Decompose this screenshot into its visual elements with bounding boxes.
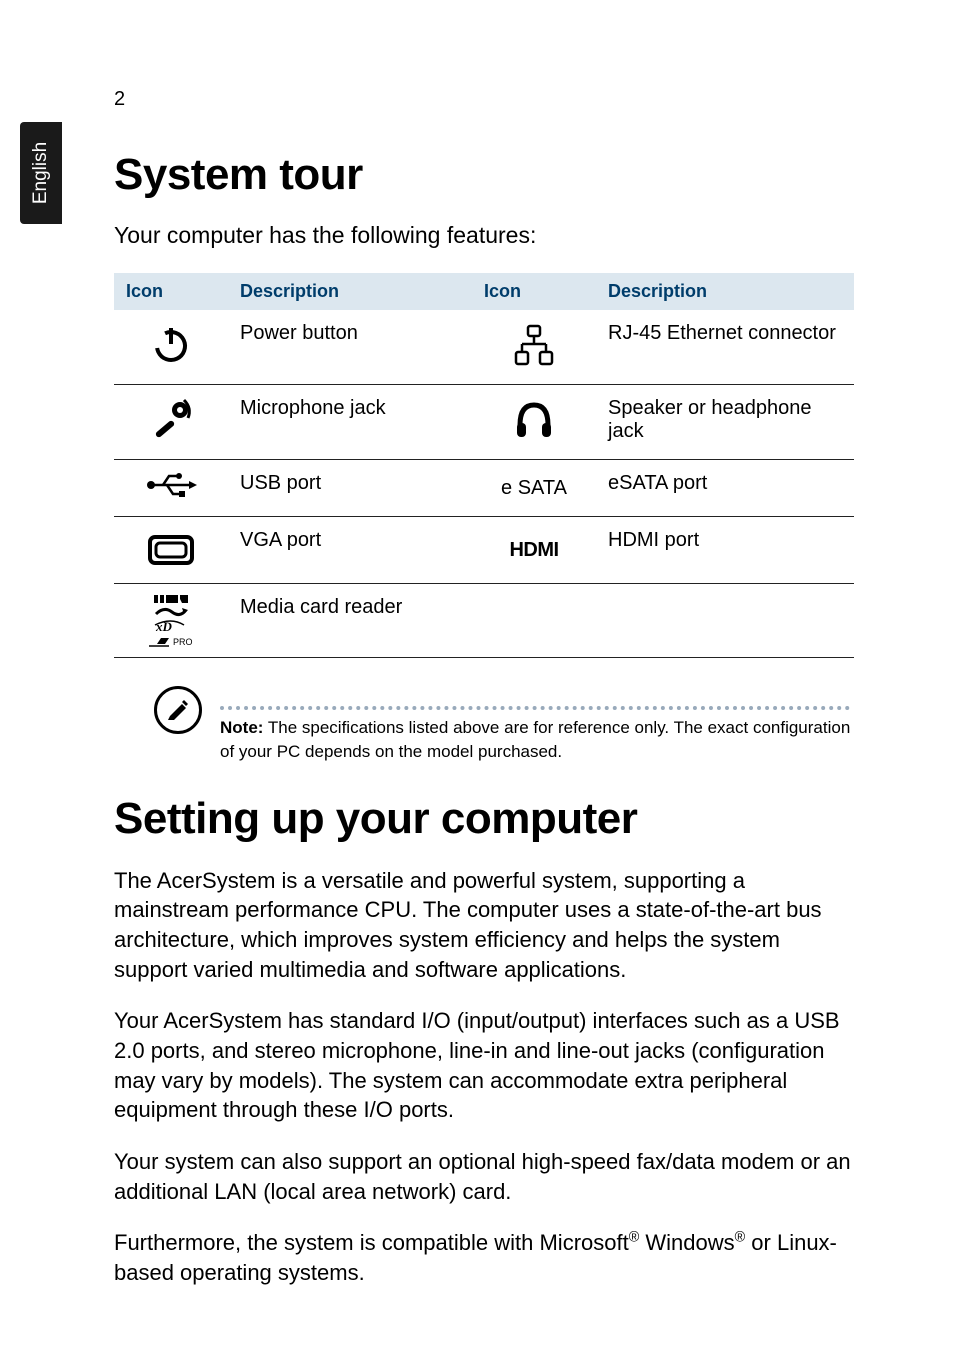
esata-label: e SATA bbox=[472, 460, 596, 517]
vga-icon bbox=[114, 517, 228, 584]
pro-label: PRO bbox=[173, 637, 193, 647]
note-content: Note: The specifications listed above ar… bbox=[220, 686, 854, 764]
cell-desc2: eSATA port bbox=[596, 460, 854, 517]
cell-desc2: RJ-45 Ethernet connector bbox=[596, 310, 854, 385]
page-content: System tour Your computer has the follow… bbox=[114, 150, 854, 1310]
table-row: xD PRO Media card reader bbox=[114, 584, 854, 658]
table-row: VGA port HDMI HDMI port bbox=[114, 517, 854, 584]
registered-mark: ® bbox=[629, 1230, 640, 1246]
note-box: Note: The specifications listed above ar… bbox=[114, 686, 854, 764]
usb-icon bbox=[114, 460, 228, 517]
hdmi-label: HDMI bbox=[472, 517, 596, 584]
cell-desc: Power button bbox=[228, 310, 472, 385]
cell-desc2: HDMI port bbox=[596, 517, 854, 584]
table-row: USB port e SATA eSATA port bbox=[114, 460, 854, 517]
note-body: The specifications listed above are for … bbox=[220, 718, 850, 761]
cell-desc: VGA port bbox=[228, 517, 472, 584]
table-row: Power button RJ-45 Ethernet connector bbox=[114, 310, 854, 385]
paragraph-4: Furthermore, the system is compatible wi… bbox=[114, 1228, 854, 1287]
language-label: English bbox=[30, 142, 52, 204]
paragraph-3: Your system can also support an optional… bbox=[114, 1147, 854, 1206]
para4-pre: Furthermore, the system is compatible wi… bbox=[114, 1230, 629, 1255]
heading-setting-up: Setting up your computer bbox=[114, 794, 854, 844]
cell-desc2-empty bbox=[596, 584, 854, 658]
table-row: Microphone jack Speaker or headphone jac… bbox=[114, 385, 854, 460]
headphone-icon bbox=[472, 385, 596, 460]
icon-table: Icon Description Icon Description Power … bbox=[114, 273, 854, 658]
cell-desc: USB port bbox=[228, 460, 472, 517]
para4-mid: Windows bbox=[639, 1230, 734, 1255]
note-label: Note: bbox=[220, 718, 263, 737]
th-description: Description bbox=[228, 273, 472, 310]
cell-desc: Media card reader bbox=[228, 584, 472, 658]
language-tab: English bbox=[20, 122, 62, 224]
table-header-row: Icon Description Icon Description bbox=[114, 273, 854, 310]
page-number: 2 bbox=[114, 88, 125, 111]
media-card-reader-icon: xD PRO bbox=[114, 584, 228, 658]
cell-desc: Microphone jack bbox=[228, 385, 472, 460]
microphone-icon bbox=[114, 385, 228, 460]
cell-desc2: Speaker or headphone jack bbox=[596, 385, 854, 460]
paragraph-2: Your AcerSystem has standard I/O (input/… bbox=[114, 1006, 854, 1125]
th-description2: Description bbox=[596, 273, 854, 310]
cell-icon2-empty bbox=[472, 584, 596, 658]
lead-text: Your computer has the following features… bbox=[114, 222, 854, 249]
paragraph-1: The AcerSystem is a versatile and powerf… bbox=[114, 866, 854, 985]
th-icon2: Icon bbox=[472, 273, 596, 310]
heading-system-tour: System tour bbox=[114, 150, 854, 200]
th-icon: Icon bbox=[114, 273, 228, 310]
power-icon bbox=[114, 310, 228, 385]
ethernet-icon bbox=[472, 310, 596, 385]
note-icon bbox=[154, 686, 202, 734]
note-text: Note: The specifications listed above ar… bbox=[220, 716, 854, 764]
note-divider bbox=[220, 706, 850, 710]
registered-mark: ® bbox=[735, 1230, 746, 1246]
